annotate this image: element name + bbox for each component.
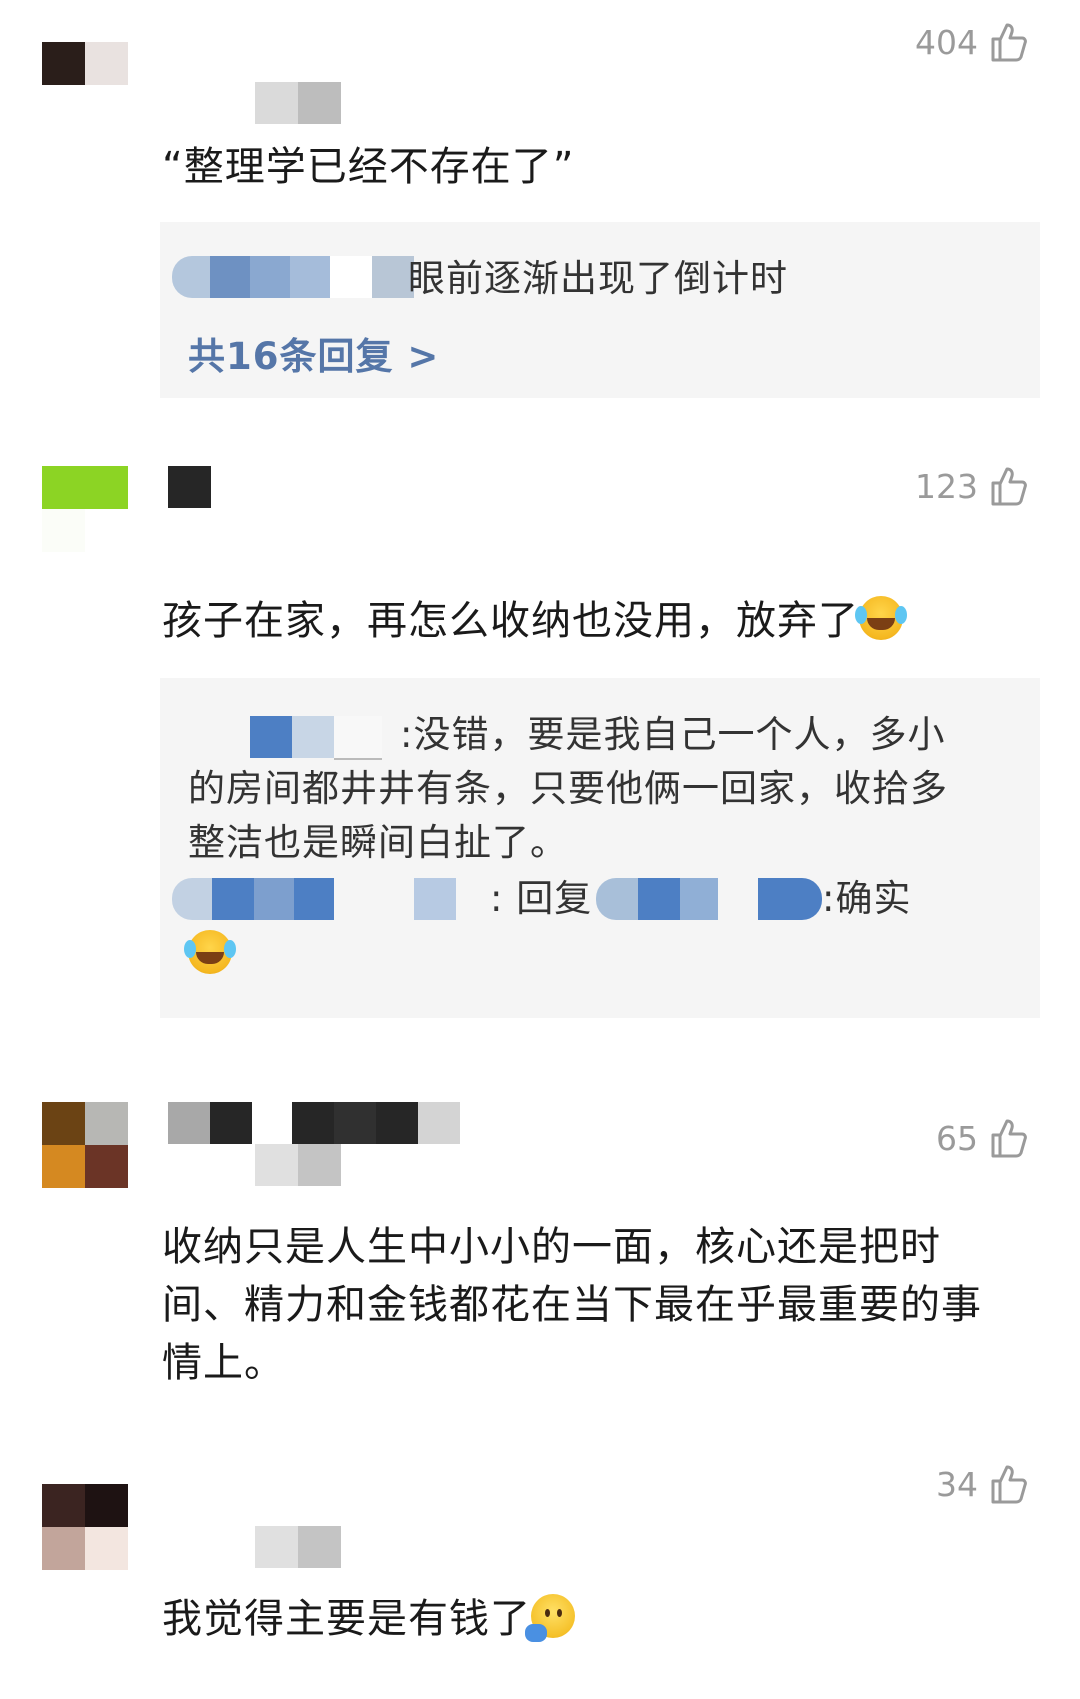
thumbs-up-icon	[991, 1465, 1027, 1504]
thumbs-up-icon	[991, 467, 1027, 506]
reply-text-line-3: 整洁也是瞬间白扯了。	[188, 821, 568, 864]
comment-text: 收纳只是人生中小小的一面，核心还是把时 间、精力和金钱都花在当下最在乎最重要的事…	[162, 1224, 982, 1386]
laughing-tears-emoji	[184, 930, 232, 974]
like-count: 65	[936, 1118, 978, 1158]
comment-text: “整理学已经不存在了”	[162, 144, 575, 190]
avatar[interactable]	[42, 42, 128, 128]
like-button[interactable]: 34	[936, 1464, 1028, 1504]
comment-text: 孩子在家，再怎么收纳也没用，放弃了	[162, 592, 1022, 650]
salute-emoji	[525, 1594, 575, 1642]
reply-preview-text: 眼前逐渐出现了倒计时	[408, 257, 788, 300]
sub-reply-username-blurred	[172, 878, 456, 920]
comment-2: 123 孩子在家，再怎么收纳也没用，放弃了 :没错，要是我自己一个人，多小 的房…	[0, 420, 1080, 1040]
reply-box[interactable]: :没错，要是我自己一个人，多小 的房间都井井有条，只要他俩一回家，收拾多 整洁也…	[160, 678, 1040, 1018]
like-button[interactable]: 65	[936, 1118, 1028, 1158]
comment-3: 65 收纳只是人生中小小的一面，核心还是把时 间、精力和金钱都花在当下最在乎最重…	[0, 1040, 1080, 1386]
reply-username-blurred	[172, 256, 414, 298]
like-button[interactable]: 404	[915, 22, 1028, 62]
laughing-tears-emoji	[855, 596, 903, 640]
reply-username-blurred	[250, 716, 382, 760]
username-blurred[interactable]	[255, 1526, 341, 1568]
sub-reply-text: :确实	[822, 877, 912, 920]
view-replies-link[interactable]: 共16条回复 >	[188, 326, 439, 380]
username-blurred[interactable]	[168, 466, 211, 508]
thumbs-up-icon	[991, 23, 1027, 62]
username-blurred[interactable]	[255, 82, 341, 124]
reply-text-line-2: 的房间都井井有条，只要他俩一回家，收拾多	[188, 767, 948, 810]
comment-1: 404 “整理学已经不存在了” 眼前逐渐出现了倒计时 共16条回复 >	[0, 0, 1080, 420]
avatar[interactable]	[42, 466, 128, 552]
like-count: 123	[915, 466, 978, 506]
username-blurred[interactable]	[168, 1102, 460, 1144]
comment-text: 我觉得主要是有钱了	[162, 1590, 1022, 1648]
like-button[interactable]: 123	[915, 466, 1028, 506]
comment-4: 34 我觉得主要是有钱了	[0, 1440, 1080, 1699]
reply-target-username-blurred	[596, 878, 822, 920]
reply-separator: : 回复	[490, 877, 593, 920]
avatar[interactable]	[42, 1102, 128, 1188]
reply-box[interactable]: 眼前逐渐出现了倒计时 共16条回复 >	[160, 222, 1040, 398]
avatar[interactable]	[42, 1484, 128, 1570]
like-count: 404	[915, 22, 978, 62]
thumbs-up-icon	[991, 1119, 1027, 1158]
username-blurred-2	[255, 1144, 341, 1186]
reply-text-line-1: :没错，要是我自己一个人，多小	[400, 713, 946, 756]
like-count: 34	[936, 1464, 978, 1504]
